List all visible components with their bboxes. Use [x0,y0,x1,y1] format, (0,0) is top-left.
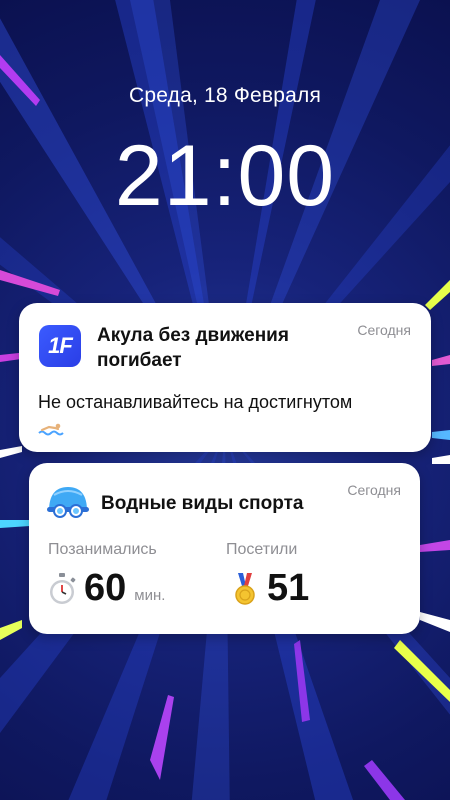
stat-label-visits: Посетили [226,541,298,558]
notification-title: Акула без движения погибает [97,325,289,371]
app-icon-1f: 1F [39,325,81,367]
notification-body-text: Не останавливайтесь на достигнутом [38,392,353,412]
stat-label-minutes: Позанимались [48,541,157,558]
stat-visits: 51 [229,567,309,610]
stat-visits-value: 51 [267,567,310,609]
activity-widget[interactable]: Водные виды спорта Сегодня Позанимались … [29,463,420,634]
stat-minutes: 60 мин. [46,567,165,610]
widget-title: Водные виды спорта [101,493,304,514]
notification-body: Не останавливайтесь на достигнутом [38,389,418,441]
lock-screen: Среда, 18 Февраля 21:00 1F Акула без дви… [0,0,450,800]
notification-card[interactable]: 1F Акула без движения погибает Сегодня Н… [19,303,431,452]
swim-cap-goggles-icon [47,487,89,518]
notification-time: Сегодня [357,322,411,338]
widget-time: Сегодня [347,482,401,498]
stopwatch-icon [50,572,76,604]
stat-minutes-unit: мин. [134,587,166,604]
stat-minutes-value: 60 [84,567,127,609]
lockscreen-time: 21:00 [114,128,336,224]
medal-icon [235,572,255,605]
lockscreen-date: Среда, 18 Февраля [128,84,322,107]
swimmer-icon [38,423,64,436]
